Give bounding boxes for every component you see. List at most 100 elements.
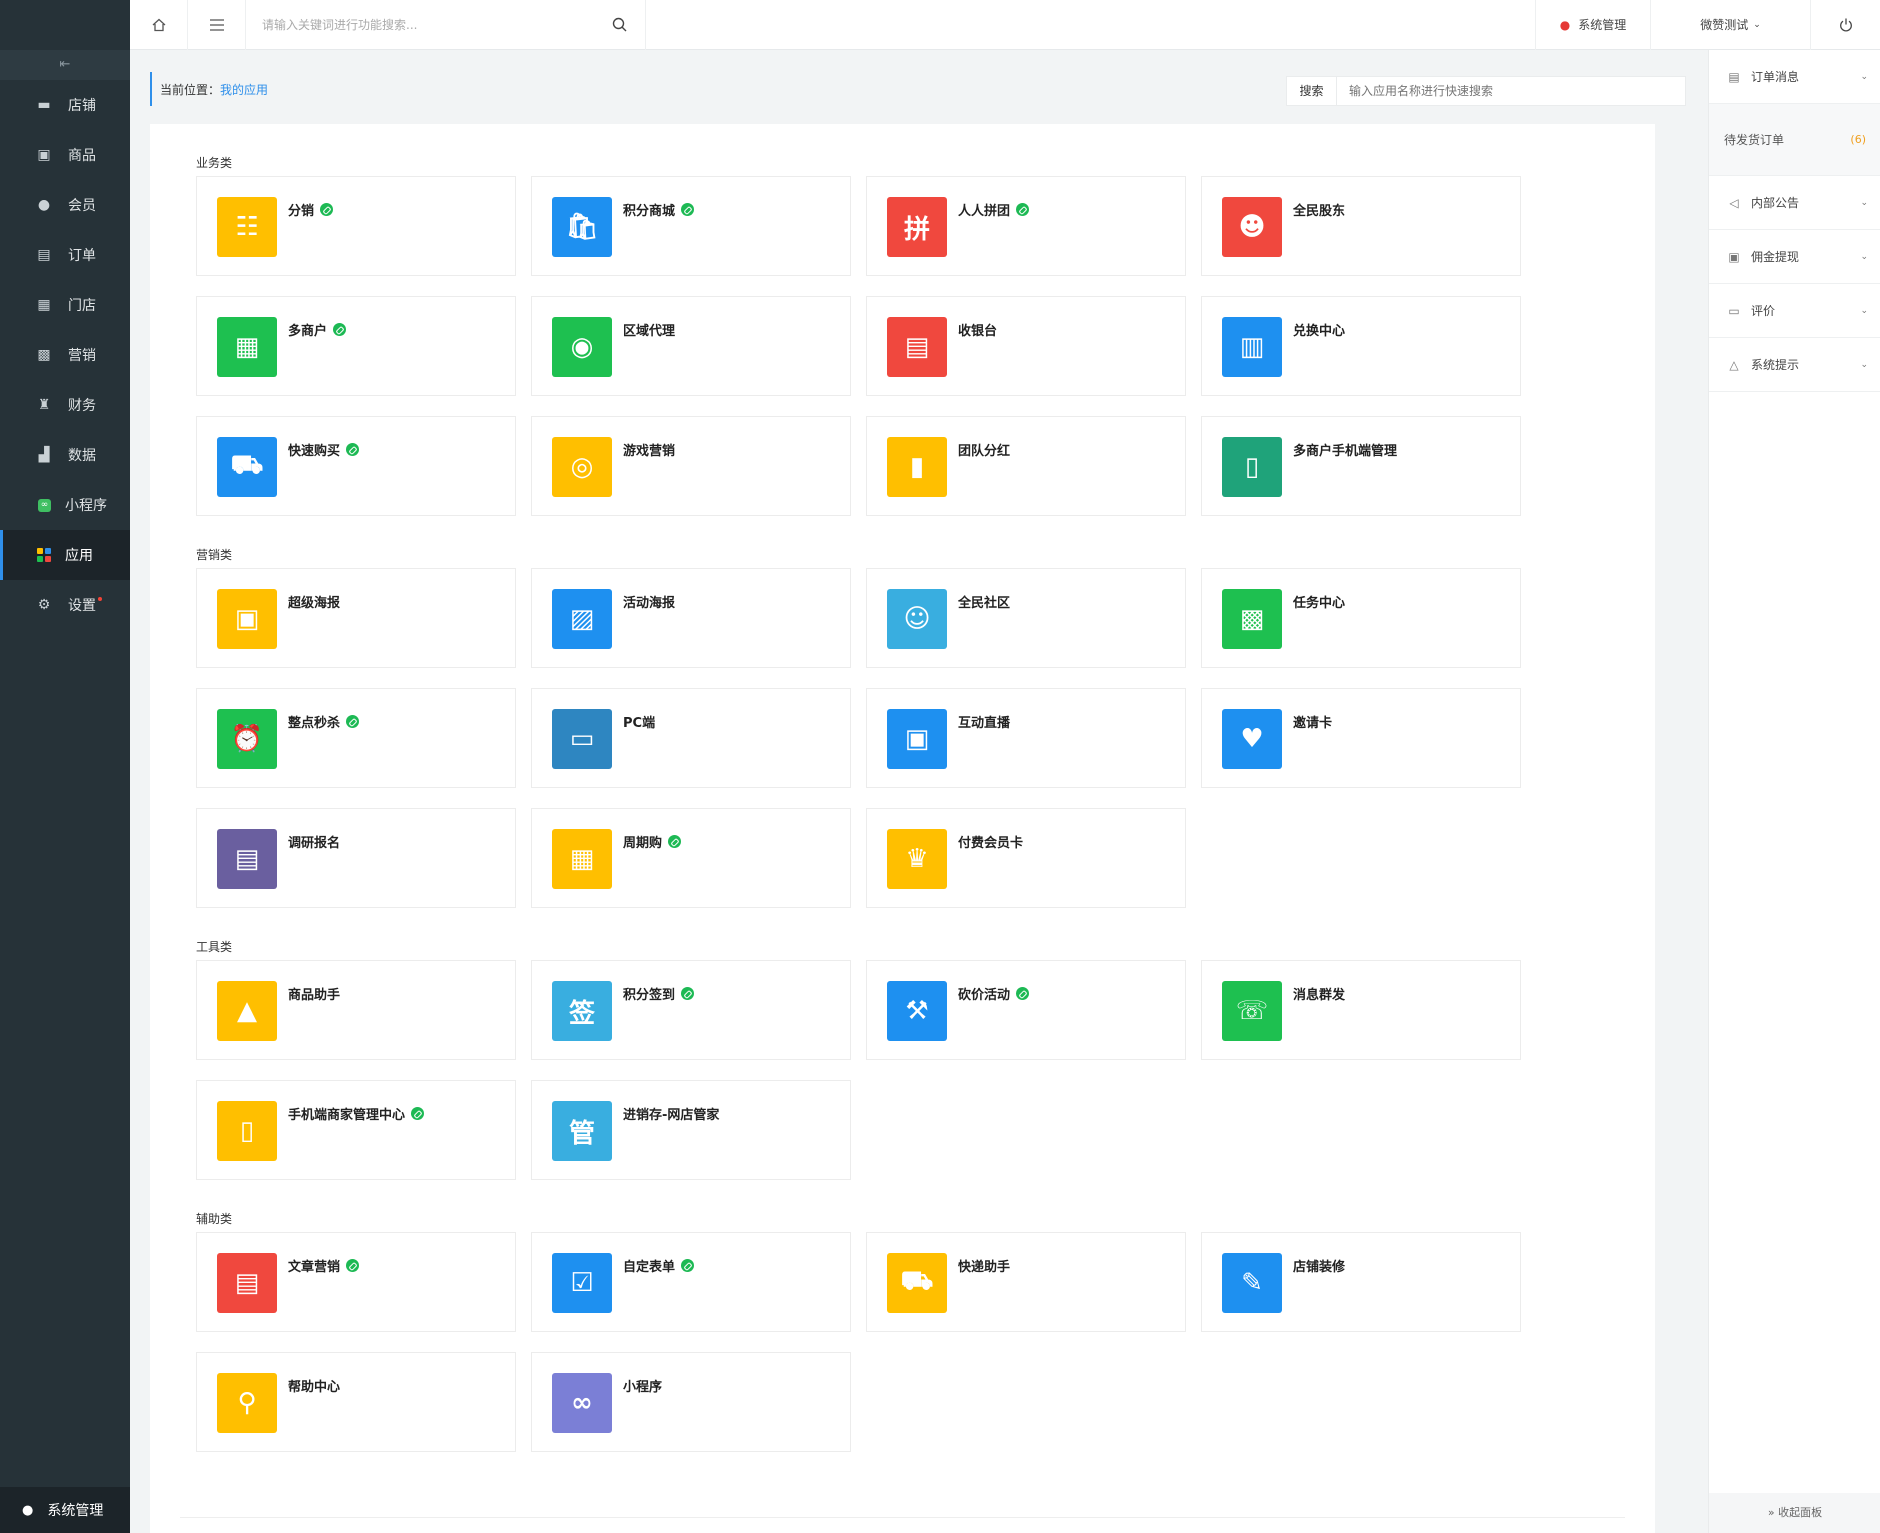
link-badge-icon [681,203,695,216]
app-card[interactable]: ✎ 店铺装修 [1201,1232,1521,1332]
divider [180,1517,1625,1518]
app-icon: ☏ [1222,981,1282,1041]
sidebar-item-member[interactable]: ● 会员 [0,180,130,230]
sidebar-item-finance[interactable]: ♜ 财务 [0,380,130,430]
app-card[interactable]: ☷ 分销 [196,176,516,276]
app-card[interactable]: ∞ 小程序 [531,1352,851,1452]
app-card[interactable]: ⚲ 帮助中心 [196,1352,516,1452]
app-icon-glyph: 管 [568,1118,595,1149]
app-card[interactable]: ▣ 互动直播 [866,688,1186,788]
app-name-text: 邀请卡 [1293,716,1333,731]
app-name-text: PC端 [623,716,656,731]
sidebar-item-goods[interactable]: ▣ 商品 [0,130,130,180]
sidebar-item-miniapp[interactable]: ∞ 小程序 [0,480,130,530]
app-card[interactable]: 拼 人人拼团 [866,176,1186,276]
app-card[interactable]: 签 积分签到 [531,960,851,1060]
link-badge-icon [411,1107,425,1120]
collapse-panel-button[interactable]: » 收起面板 [1709,1493,1880,1533]
commission-withdraw-toggle[interactable]: ▣ 佣金提现 ⌄ [1709,230,1880,284]
sidebar-item-order[interactable]: ▤ 订单 [0,230,130,280]
app-card[interactable]: ▤ 文章营销 [196,1232,516,1332]
app-icon-glyph: 🛍 [565,212,599,242]
app-name: 小程序 [623,1376,662,1395]
menu-button[interactable] [188,0,246,50]
system-management-label: 系统管理 [1578,18,1627,32]
app-card[interactable]: 管 进销存-网店管家 [531,1080,851,1180]
apps-icon [37,548,51,562]
app-name: 超级海报 [288,592,340,611]
app-card[interactable]: ◎ 游戏营销 [531,416,851,516]
sidebar-item-store[interactable]: ▬ 店铺 [0,80,130,130]
app-icon: ⏰ [217,709,277,769]
app-card[interactable]: ☻ 全民股东 [1201,176,1521,276]
app-name-text: 多商户 [288,324,328,339]
app-icon: ▦ [552,829,612,889]
search-icon[interactable] [612,17,627,32]
quick-search-button[interactable]: 搜索 [1287,76,1337,106]
app-grid: ▤ 文章营销 ☑ 自定表单 ⛟ 快递助手 ✎ 店铺装修 ⚲ 帮助中心 ∞ 小程序 [196,1232,1609,1452]
app-card[interactable]: ⛟ 快速购买 [196,416,516,516]
order-messages-toggle[interactable]: ▤ 订单消息 ⌄ [1709,50,1880,104]
store-icon: ▬ [37,97,51,113]
breadcrumb-current[interactable]: 我的应用 [220,81,268,98]
sidebar-item-settings[interactable]: ⚙ 设置 [0,580,130,630]
app-card[interactable]: ▦ 周期购 [531,808,851,908]
system-management-button[interactable]: ● 系统管理 [1535,0,1650,50]
app-card[interactable]: ☑ 自定表单 [531,1232,851,1332]
app-card[interactable]: ▦ 多商户 [196,296,516,396]
link-badge-icon [320,203,334,216]
app-icon-glyph: ▥ [1239,332,1265,362]
app-card[interactable]: ▯ 多商户手机端管理 [1201,416,1521,516]
store-switcher[interactable]: 微赞测试 ⌄ [1650,0,1810,50]
system-tip-toggle[interactable]: △ 系统提示 ⌄ [1709,338,1880,392]
logout-button[interactable] [1810,0,1880,50]
app-card[interactable]: ♥ 邀请卡 [1201,688,1521,788]
sidebar-item-apps[interactable]: 应用 [0,530,130,580]
sidebar-collapse-button[interactable]: ⇤ [0,50,130,80]
app-name-text: 区域代理 [623,324,676,339]
app-card[interactable]: ▩ 任务中心 [1201,568,1521,668]
app-name: 周期购 [623,832,682,851]
app-icon: ♥ [1222,709,1282,769]
sidebar-item-label: 应用 [65,548,93,564]
app-card[interactable]: 🛍 积分商城 [531,176,851,276]
app-name: 多商户 [288,320,347,339]
link-badge-icon [346,1259,360,1272]
app-icon-glyph: ◉ [570,332,594,362]
quick-search: 搜索 [1286,76,1686,106]
app-card[interactable]: ◉ 区域代理 [531,296,851,396]
app-card[interactable]: ▥ 兑换中心 [1201,296,1521,396]
app-card[interactable]: ☺ 全民社区 [866,568,1186,668]
shop-icon: ▦ [37,297,51,313]
app-icon: ⚲ [217,1373,277,1433]
app-card[interactable]: ▭ PC端 [531,688,851,788]
internal-notice-toggle[interactable]: ◁ 内部公告 ⌄ [1709,176,1880,230]
app-card[interactable]: ⚒ 砍价活动 [866,960,1186,1060]
app-card[interactable]: ☏ 消息群发 [1201,960,1521,1060]
sidebar-item-data[interactable]: ▟ 数据 [0,430,130,480]
app-icon: 管 [552,1101,612,1161]
app-card[interactable]: ▮ 团队分红 [866,416,1186,516]
app-card[interactable]: ▤ 调研报名 [196,808,516,908]
app-card[interactable]: ▲ 商品助手 [196,960,516,1060]
app-card[interactable]: ▤ 收银台 [866,296,1186,396]
app-card[interactable]: ▣ 超级海报 [196,568,516,668]
app-icon: 拼 [887,197,947,257]
app-card[interactable]: ⛟ 快递助手 [866,1232,1186,1332]
app-card[interactable]: ⏰ 整点秒杀 [196,688,516,788]
quick-search-input[interactable] [1337,84,1677,98]
app-card[interactable]: ▨ 活动海报 [531,568,851,668]
app-name: 整点秒杀 [288,712,360,731]
app-icon-glyph: ☷ [235,212,259,242]
pending-orders-item[interactable]: 待发货订单 (6) [1709,104,1880,176]
sidebar-item-marketing[interactable]: ▩ 营销 [0,330,130,380]
app-card[interactable]: ♛ 付费会员卡 [866,808,1186,908]
right-panel: ▤ 订单消息 ⌄ 待发货订单 (6) ◁ 内部公告 ⌄ ▣ 佣金提现 ⌄ ▭ 评… [1708,50,1880,1533]
system-admin-button[interactable]: ● 系统管理 [0,1487,130,1533]
home-button[interactable] [130,0,188,50]
app-name-text: 收银台 [958,324,998,339]
function-search-input[interactable] [262,17,602,32]
review-toggle[interactable]: ▭ 评价 ⌄ [1709,284,1880,338]
sidebar-item-shop[interactable]: ▦ 门店 [0,280,130,330]
app-card[interactable]: ▯ 手机端商家管理中心 [196,1080,516,1180]
